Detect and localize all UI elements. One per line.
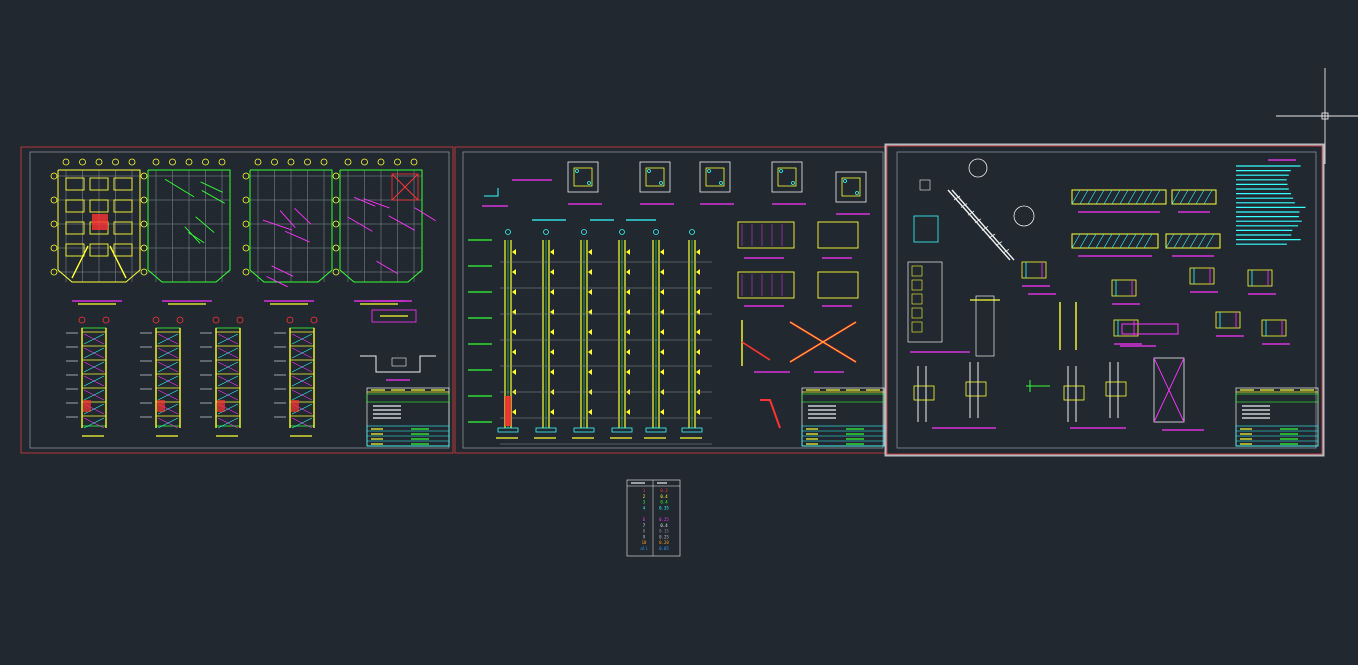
plot-table-width: 0.25 [659,534,669,539]
plot-table-width: 0.4 [660,500,668,505]
frame-elevation [140,316,184,437]
cad-drawing-canvas[interactable]: 1 0.3 2 0.4 3 0.4 4 0.35 6 0.25 7 0.4 8 0.15 9 0.25 10 0.… [0,0,1358,665]
plot-table-width: 0.05 [659,546,669,551]
sheet-3[interactable] [884,143,1325,457]
frame-elevation [200,316,244,437]
plot-table-color: 3 [643,500,646,505]
sheet-border [454,146,888,454]
slab-detail [360,300,436,381]
plot-table-color: 7 [643,523,646,528]
plot-table-color: 10 [642,540,647,545]
plot-table-width: 0.3 [660,488,668,493]
title-block [1235,387,1319,447]
plot-table-color: 8 [643,529,646,534]
selection-highlight [884,143,1325,457]
plot-table-color: 6 [643,517,646,522]
sheet-inner-border [462,151,884,449]
floor-plan [332,158,436,305]
plot-table-width: 0.25 [659,517,669,522]
bracing-details [907,158,1306,431]
sheet-border [886,145,1323,455]
sheet-3-connections [907,158,1319,447]
frame-elevation [66,316,110,437]
plot-table-width: 0.4 [660,494,668,499]
plot-table-color: 9 [643,534,646,539]
floor-plan [50,158,141,305]
plot-table-width: 0.15 [659,529,669,534]
floor-plan [242,158,333,305]
sheet-2-details [468,161,885,447]
title-block [801,387,885,447]
plot-table-color: all [640,546,648,551]
column-elevations [468,188,712,445]
crosshair-cursor [1276,68,1358,164]
cad-model-space[interactable]: 1 0.3 2 0.4 3 0.4 4 0.35 6 0.25 7 0.4 8 0.15 9 0.25 10 0.… [0,0,1358,665]
floor-plan [140,158,231,305]
plot-table-width: 0.20 [659,540,669,545]
plot-table-color: 2 [643,494,646,499]
plot-table-color: 4 [643,505,646,510]
sheet-2[interactable] [454,146,888,454]
frame-elevation [274,316,318,437]
title-block [366,387,450,447]
plot-style-table: 1 0.3 2 0.4 3 0.4 4 0.35 6 0.25 7 0.4 8 0.15 9 0.25 10 0.… [626,479,681,557]
plot-table-color: 1 [643,488,646,493]
plot-table-width: 0.35 [659,505,669,510]
plot-table-width: 0.4 [660,523,668,528]
sheet-1-plans [50,158,450,447]
